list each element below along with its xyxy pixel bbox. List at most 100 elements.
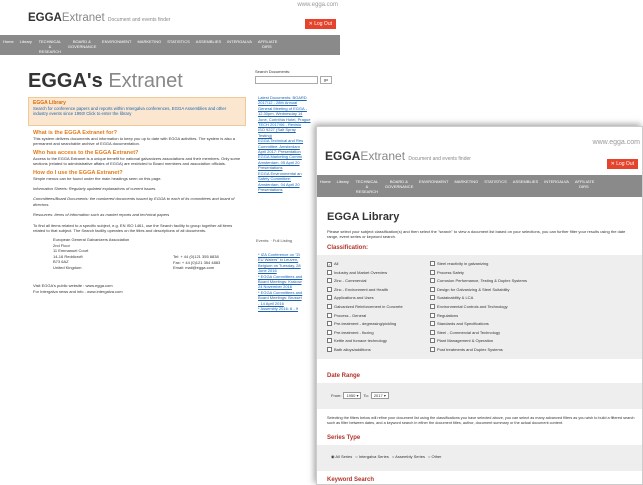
classification-label-text: Zinc - Environment and Health [334,286,389,292]
classification-checkbox-item[interactable]: Steel reactivity in galvanizing [430,261,640,270]
logo-main: EGGA [28,12,62,24]
latest-documents-list: Latest Documents: BOARD 2017/12 - 28th A… [258,95,318,192]
egga-logo[interactable]: EGGAExtranet Document and events finder [325,149,471,163]
classification-label-text: Standards and Specifications [437,321,489,327]
resources-text: Resources: Items of information such as … [33,212,170,218]
nav-technical[interactable]: TECHNICAL & RESEARCH [38,35,62,54]
search-label: Search Documents: [255,69,291,74]
checkbox[interactable] [430,338,435,344]
checkbox[interactable] [327,269,332,275]
nav-affiliate[interactable]: AFFILIATE DIRS [258,35,277,49]
classification-label-text: Pre-treatment - degreasing/pickling [334,321,397,327]
classification-label-text: Kettle and furnace technology [334,338,387,344]
checkbox[interactable] [327,278,332,284]
classification-checkbox-item[interactable]: Post treatments and Duplex Systems [430,346,640,356]
checkbox[interactable] [327,303,332,309]
email-link[interactable]: Email: mail@egga.com [173,265,220,270]
logo-extranet: Extranet [61,12,105,24]
library-banner[interactable]: EGGA Library Search for conference paper… [28,97,246,126]
nav-library[interactable]: Library [337,175,349,184]
to-select[interactable]: 2017 ▾ [370,392,389,400]
library-intro: Please select your subject classificatio… [327,229,626,240]
checkbox[interactable] [327,346,332,352]
classification-column-right: Steel reactivity in galvanizing Process S… [430,261,640,356]
checkbox[interactable] [430,312,435,318]
classification-checkbox-item[interactable]: Process Safety [430,269,640,279]
checkbox[interactable] [430,269,435,275]
checkbox[interactable] [430,303,435,309]
checkbox[interactable] [430,295,435,301]
nav-statistics[interactable]: STATISTICS [167,35,190,44]
go-button[interactable]: go [320,76,332,84]
nav-environment[interactable]: ENVIRONMENT [419,175,449,184]
classification-checkbox-item[interactable]: Steel - Commercial and Technology [430,329,640,339]
nav-intergalva[interactable]: INTERGALVA [544,175,569,184]
classification-label-text: Plant Management & Operation [437,338,494,344]
nav-marketing[interactable]: MARKETING [454,175,478,184]
egga-logo[interactable]: EGGAExtranet Document and events finder [28,12,170,24]
nav-home[interactable]: Home [3,35,14,44]
nav-library[interactable]: Library [20,35,32,44]
checkbox[interactable] [430,286,435,292]
site-url[interactable]: www.egga.com [593,139,640,146]
event-line[interactable]: * Assembly 2016: 6 - 9 [258,306,318,311]
classification-checkbox-item[interactable]: Standards and Specifications [430,321,640,330]
logout-button[interactable]: ✕ Log Out [304,19,336,29]
series-assembly-radio[interactable]: ○ Assembly Series [392,454,425,459]
date-range-controls: From: 1950 ▾ To: 2017 ▾ [331,392,389,400]
checkbox[interactable] [430,278,435,284]
nav-board[interactable]: BOARD & GOVERNANCE [385,175,413,189]
classification-checkbox-item[interactable]: Design for Galvanizing & Steel Suitabili… [430,286,640,296]
series-type-label: Series Type [327,435,361,441]
nav-intergalva[interactable]: INTERGALVA [227,35,252,44]
home-content: What is the EGGA Extranet for? This syst… [33,130,245,294]
checkbox[interactable] [327,312,332,318]
nav-affiliate[interactable]: AFFILIATE DIRS [575,175,594,189]
series-intergalva-radio[interactable]: ○ Intergalva Series [355,454,389,459]
nav-environment[interactable]: ENVIRONMENT [102,35,132,44]
checkbox[interactable] [430,321,435,327]
classification-label: Classification: [327,245,369,251]
nav-statistics[interactable]: STATISTICS [484,175,507,184]
series-all-radio[interactable]: ◉ All Series [331,454,352,459]
classification-checkbox-item[interactable]: Plant Management & Operation [430,338,640,347]
checkbox[interactable] [430,261,435,266]
classification-checkbox-item[interactable]: Sustainability & LCA [430,295,640,304]
library-banner-text: Search for conference papers and reports… [33,106,227,116]
intergalva-text[interactable]: For Intergalva news and info - www.inter… [33,289,245,294]
nav-technical[interactable]: TECHNICAL & RESEARCH [355,175,379,194]
classification-label-text: Environmental Controls and Technology [437,303,508,309]
checkbox[interactable]: ✓ [327,262,332,267]
site-url[interactable]: www.egga.com [297,2,338,8]
checkbox[interactable] [430,346,435,352]
classification-label-text: Regulations [437,312,459,318]
main-nav: Home Library TECHNICAL & RESEARCH BOARD … [317,175,642,197]
checkbox[interactable] [327,321,332,327]
classification-checkbox-item[interactable]: Environmental Controls and Technology [430,303,640,313]
classification-label-text: Process - General [334,312,367,318]
from-label: From: [331,393,342,398]
classification-label-text: Process Safety [437,269,464,275]
nav-assemblies[interactable]: ASSEMBLIES [513,175,538,184]
checkbox[interactable] [327,329,332,335]
classification-checkbox-item[interactable]: Corrosion Performance, Testing & Duplex … [430,278,640,287]
nav-board[interactable]: BOARD & GOVERNANCE [68,35,96,49]
checkbox[interactable] [327,338,332,344]
nav-marketing[interactable]: MARKETING [137,35,161,44]
latest-doc-line[interactable]: Presentations [258,187,318,192]
nav-assemblies[interactable]: ASSEMBLIES [196,35,221,44]
logout-button[interactable]: ✕ Log Out [606,159,638,169]
series-all-label: All Series [335,454,353,459]
from-select[interactable]: 1950 ▾ [343,392,362,400]
checkbox[interactable] [327,286,332,292]
checkbox[interactable] [430,329,435,335]
title-main: EGGA's [28,70,103,92]
series-other-radio[interactable]: ○ Other [428,454,442,459]
search-input[interactable] [255,76,318,84]
classification-label-text: Corrosion Performance, Testing & Duplex … [437,278,527,284]
events-label[interactable]: Events: · Full Listing [256,238,292,243]
classification-label-text: Applications and Uses [334,295,374,301]
checkbox[interactable] [327,295,332,301]
classification-checkbox-item[interactable]: Regulations [430,312,640,322]
nav-home[interactable]: Home [320,175,331,184]
